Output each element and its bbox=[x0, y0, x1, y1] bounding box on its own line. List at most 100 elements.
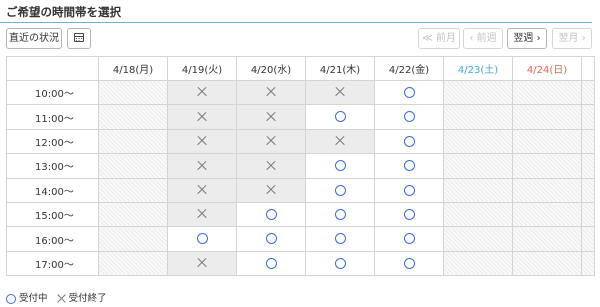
slot-closed bbox=[305, 128, 375, 155]
circle-icon bbox=[334, 111, 346, 123]
time-label: 16:00〜 bbox=[6, 226, 99, 252]
circle-icon bbox=[334, 208, 346, 220]
slot-unavailable bbox=[98, 250, 168, 277]
cross-icon bbox=[335, 87, 345, 97]
slot-open[interactable] bbox=[236, 250, 306, 277]
header-corner bbox=[6, 56, 99, 81]
slot-open[interactable] bbox=[374, 104, 444, 130]
date-header-row: 4/18(月) 4/19(火) 4/20(水) 4/21(木) 4/22(金) 4/23(… bbox=[6, 56, 595, 81]
date-header: 4/20(水) bbox=[236, 56, 306, 81]
header-spacer bbox=[581, 56, 595, 81]
slot-open[interactable] bbox=[374, 177, 444, 203]
slot-unavailable bbox=[98, 128, 168, 155]
circle-icon bbox=[403, 86, 415, 98]
cross-icon bbox=[197, 258, 207, 268]
slot-closed bbox=[167, 250, 237, 277]
slot-unavailable bbox=[443, 128, 513, 155]
circle-icon bbox=[403, 184, 415, 196]
cross-icon bbox=[266, 185, 276, 195]
slot-unavailable bbox=[512, 79, 582, 106]
cross-icon bbox=[266, 87, 276, 97]
cross-icon bbox=[197, 160, 207, 170]
slot-unavailable bbox=[512, 177, 582, 203]
next-month-button[interactable]: 翌月 › bbox=[552, 28, 592, 49]
row-spacer bbox=[581, 177, 595, 203]
recent-status-button[interactable]: 直近の状況 bbox=[6, 28, 62, 49]
slot-open[interactable] bbox=[305, 250, 375, 277]
slot-closed bbox=[236, 104, 306, 130]
slot-open[interactable] bbox=[305, 153, 375, 179]
slot-unavailable bbox=[98, 226, 168, 252]
slot-open[interactable] bbox=[305, 177, 375, 203]
calendar-button[interactable] bbox=[67, 28, 91, 49]
schedule-body: 10:00〜 11:00〜 12:00〜 13:00〜 14:00〜 15:00〜 16:0… bbox=[6, 79, 595, 277]
time-row: 11:00〜 bbox=[6, 104, 595, 130]
circle-icon bbox=[334, 233, 346, 245]
circle-icon bbox=[403, 135, 415, 147]
legend: 受付中 受付終了 bbox=[6, 290, 107, 304]
slot-open[interactable] bbox=[374, 250, 444, 277]
circle-icon bbox=[334, 257, 346, 269]
slot-open[interactable] bbox=[374, 201, 444, 228]
time-label: 10:00〜 bbox=[6, 79, 99, 106]
slot-unavailable bbox=[512, 201, 582, 228]
cross-icon bbox=[197, 209, 207, 219]
slot-closed bbox=[236, 128, 306, 155]
date-header: 4/24(日) bbox=[512, 56, 582, 81]
slot-open[interactable] bbox=[305, 201, 375, 228]
slot-unavailable bbox=[512, 153, 582, 179]
legend-open-label: 受付中 bbox=[19, 293, 48, 304]
time-row: 12:00〜 bbox=[6, 128, 595, 155]
cross-icon bbox=[57, 294, 66, 303]
slot-unavailable bbox=[512, 104, 582, 130]
date-header: 4/19(火) bbox=[167, 56, 237, 81]
next-week-button[interactable]: 翌週 › bbox=[507, 28, 547, 49]
slot-closed bbox=[167, 104, 237, 130]
row-spacer bbox=[581, 104, 595, 130]
slot-unavailable bbox=[512, 226, 582, 252]
circle-icon bbox=[403, 160, 415, 172]
circle-icon bbox=[6, 293, 16, 304]
time-label: 15:00〜 bbox=[6, 201, 99, 228]
slot-unavailable bbox=[98, 79, 168, 106]
slot-open[interactable] bbox=[374, 128, 444, 155]
legend-closed-label: 受付終了 bbox=[68, 293, 107, 304]
circle-icon bbox=[403, 257, 415, 269]
cross-icon bbox=[197, 136, 207, 146]
cross-icon bbox=[197, 185, 207, 195]
circle-icon bbox=[265, 233, 277, 245]
time-row: 10:00〜 bbox=[6, 79, 595, 106]
slot-open[interactable] bbox=[167, 226, 237, 252]
time-row: 14:00〜 bbox=[6, 177, 595, 203]
prev-week-button[interactable]: ‹ 前週 bbox=[463, 28, 503, 49]
slot-open[interactable] bbox=[305, 226, 375, 252]
circle-icon bbox=[196, 233, 208, 245]
circle-icon bbox=[265, 208, 277, 220]
slot-unavailable bbox=[98, 104, 168, 130]
row-spacer bbox=[581, 250, 595, 277]
cross-icon bbox=[335, 136, 345, 146]
row-spacer bbox=[581, 128, 595, 155]
slot-unavailable bbox=[443, 79, 513, 106]
slot-open[interactable] bbox=[374, 79, 444, 106]
circle-icon bbox=[334, 184, 346, 196]
slot-closed bbox=[167, 177, 237, 203]
date-header: 4/23(土) bbox=[443, 56, 513, 81]
slot-open[interactable] bbox=[374, 226, 444, 252]
time-row: 15:00〜 bbox=[6, 201, 595, 228]
circle-icon bbox=[334, 160, 346, 172]
slot-closed bbox=[236, 79, 306, 106]
slot-unavailable bbox=[512, 250, 582, 277]
slot-open[interactable] bbox=[236, 201, 306, 228]
row-spacer bbox=[581, 201, 595, 228]
circle-icon bbox=[265, 257, 277, 269]
page-title: ご希望の時間帯を選択 bbox=[6, 5, 121, 19]
slot-open[interactable] bbox=[374, 153, 444, 179]
slot-unavailable bbox=[98, 153, 168, 179]
slot-closed bbox=[167, 79, 237, 106]
slot-open[interactable] bbox=[305, 104, 375, 130]
slot-open[interactable] bbox=[236, 226, 306, 252]
time-row: 17:00〜 bbox=[6, 250, 595, 277]
prev-month-button[interactable]: ≪ 前月 bbox=[418, 28, 460, 49]
time-label: 17:00〜 bbox=[6, 250, 99, 277]
